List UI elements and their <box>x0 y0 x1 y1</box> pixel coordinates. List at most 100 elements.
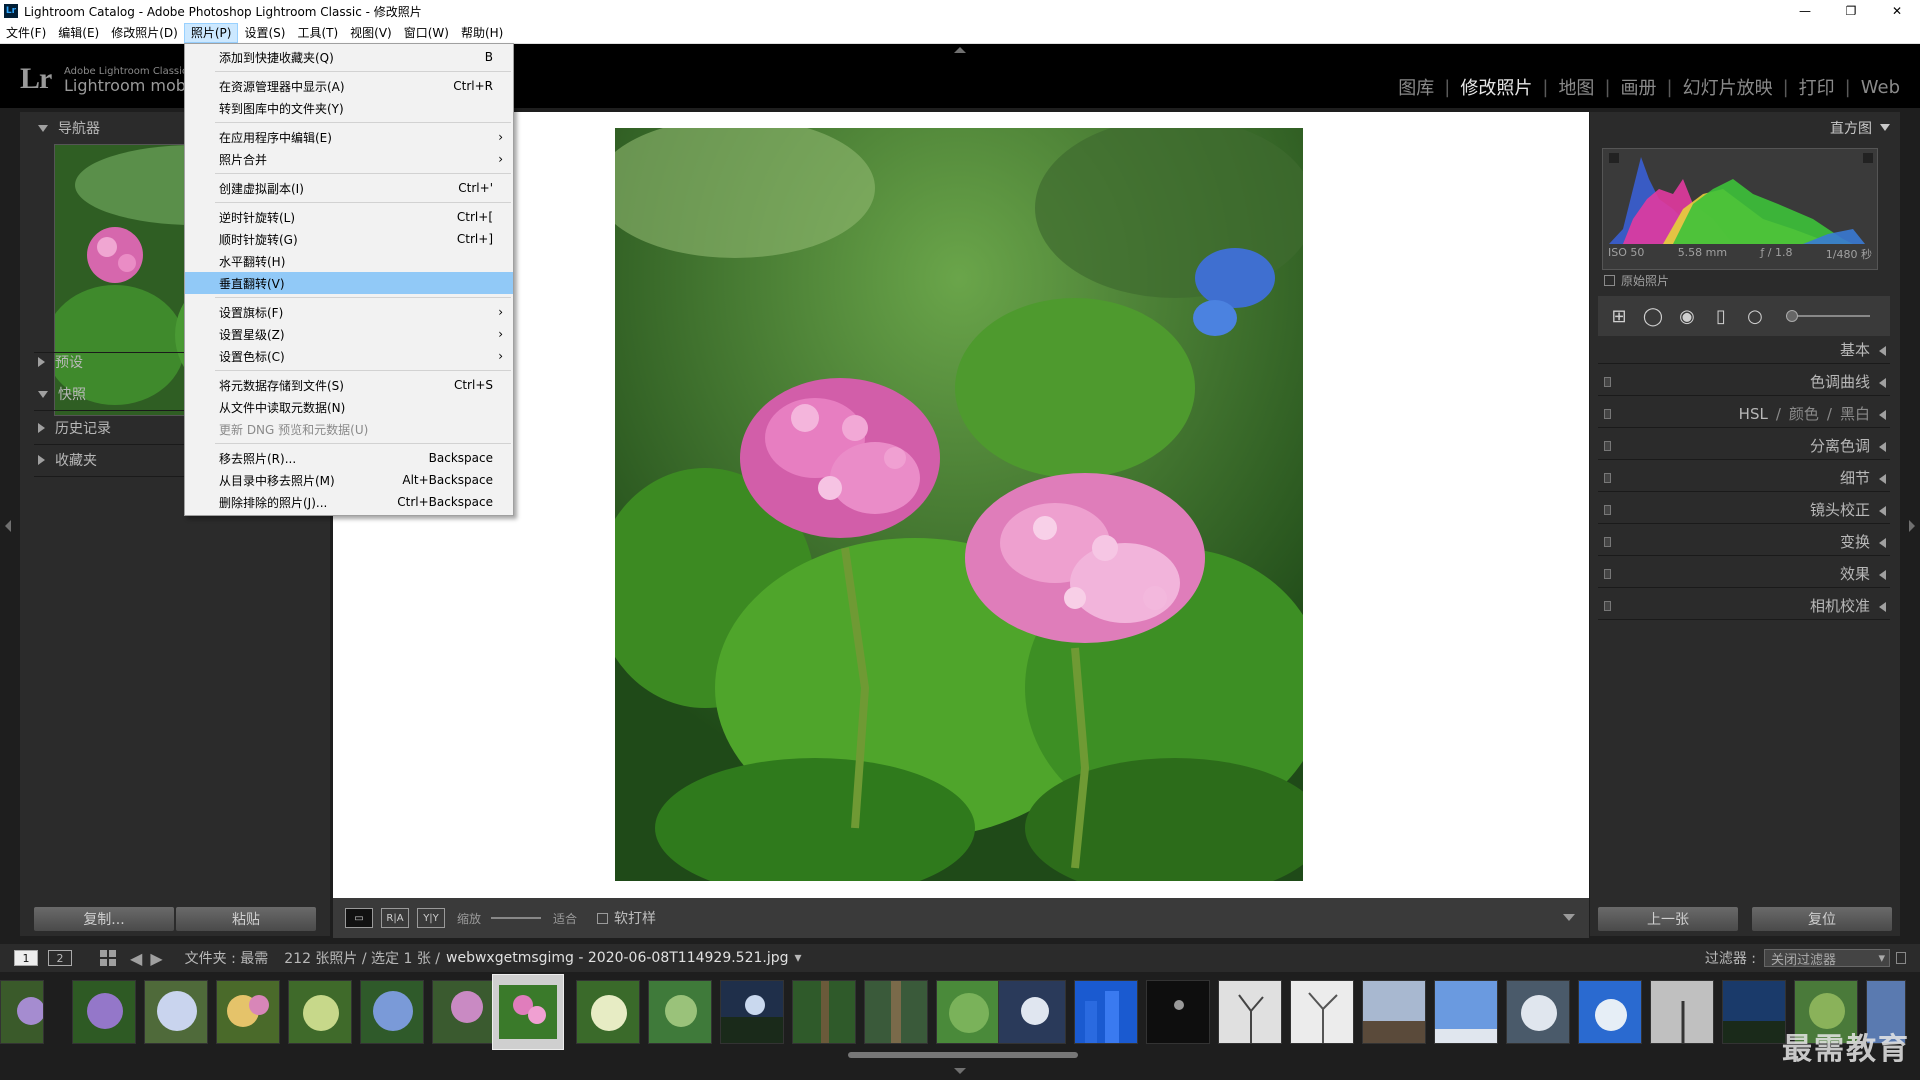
radial-filter-icon[interactable]: ○ <box>1744 305 1766 327</box>
photo-menu-item[interactable]: 垂直翻转(V) <box>185 272 513 294</box>
filmstrip-thumb[interactable] <box>1578 980 1642 1044</box>
section-color-label[interactable]: 颜色 <box>1789 403 1819 424</box>
brush-slider[interactable] <box>1786 310 1870 322</box>
menu-develop[interactable]: 修改照片(D) <box>105 23 184 43</box>
section-split-toning[interactable]: 分离色调 <box>1598 432 1890 460</box>
filmstrip-thumb[interactable] <box>216 980 280 1044</box>
photo-menu-item[interactable]: 顺时针旋转(G) Ctrl+] <box>185 228 513 250</box>
filmstrip-thumb[interactable] <box>792 980 856 1044</box>
filmstrip-thumb[interactable] <box>1722 980 1786 1044</box>
filmstrip-thumb[interactable] <box>1074 980 1138 1044</box>
filename-dropdown-icon[interactable]: ▾ <box>795 950 802 966</box>
section-lens-corrections[interactable]: 镜头校正 <box>1598 496 1890 524</box>
filmstrip-thumb[interactable] <box>1146 980 1210 1044</box>
graduated-filter-icon[interactable]: ▯ <box>1710 305 1732 327</box>
section-toggle-switch[interactable] <box>1604 377 1611 387</box>
filmstrip-scrollbar[interactable] <box>848 1052 1078 1058</box>
module-print[interactable]: 打印 <box>1789 74 1845 100</box>
close-button[interactable]: ✕ <box>1874 0 1920 22</box>
filmstrip-thumb[interactable] <box>936 980 1000 1044</box>
section-detail[interactable]: 细节 <box>1598 464 1890 492</box>
before-after-lr-button[interactable]: R|A <box>381 908 409 928</box>
filmstrip-thumb[interactable] <box>360 980 424 1044</box>
photo-menu-item[interactable]: 逆时针旋转(L) Ctrl+[ <box>185 206 513 228</box>
section-toggle-switch[interactable] <box>1604 409 1611 419</box>
section-transform[interactable]: 变换 <box>1598 528 1890 556</box>
photo-menu-item[interactable]: 从目录中移去照片(M) Alt+Backspace <box>185 469 513 491</box>
zoom-slider[interactable] <box>491 917 542 919</box>
main-photo[interactable] <box>615 128 1303 881</box>
menu-help[interactable]: 帮助(H) <box>455 23 509 43</box>
filmstrip-thumb[interactable] <box>432 980 496 1044</box>
section-toggle-switch[interactable] <box>1604 569 1611 579</box>
loupe-view-button[interactable]: ▭ <box>345 908 373 928</box>
filmstrip-thumb[interactable] <box>1434 980 1498 1044</box>
previous-button[interactable]: 上一张 <box>1598 907 1738 931</box>
photo-menu-item[interactable]: 转到图库中的文件夹(Y) <box>185 97 513 119</box>
filmstrip-thumb[interactable] <box>1218 980 1282 1044</box>
softproof-checkbox[interactable] <box>597 912 609 924</box>
toolbar-menu-icon[interactable] <box>1563 914 1575 921</box>
original-photo-toggle[interactable]: 原始照片 <box>1604 272 1669 289</box>
paste-settings-button[interactable]: 粘贴 <box>176 907 316 931</box>
photo-menu-item[interactable]: 照片合并 › <box>185 148 513 170</box>
photo-menu-item[interactable]: 设置星级(Z) › <box>185 323 513 345</box>
lock-icon[interactable] <box>1896 952 1906 964</box>
photo-menu-item[interactable]: 设置色标(C) › <box>185 345 513 367</box>
section-hsl-label[interactable]: HSL <box>1739 405 1768 423</box>
spot-removal-icon[interactable]: ◯ <box>1642 305 1664 327</box>
filmstrip-thumb[interactable] <box>288 980 352 1044</box>
filename-label[interactable]: webwxgetmsgimg - 2020-06-08T114929.521.j… <box>446 950 789 966</box>
section-effects[interactable]: 效果 <box>1598 560 1890 588</box>
filmstrip-thumb-selected[interactable] <box>492 974 564 1050</box>
menu-tools[interactable]: 工具(T) <box>291 23 344 43</box>
photo-menu-item[interactable]: 删除排除的照片(J)... Ctrl+Backspace <box>185 491 513 513</box>
module-book[interactable]: 画册 <box>1611 74 1667 100</box>
module-library[interactable]: 图库 <box>1388 74 1444 100</box>
filmstrip-thumb[interactable] <box>998 980 1066 1044</box>
section-calibration[interactable]: 相机校准 <box>1598 592 1890 620</box>
filmstrip-thumb[interactable] <box>0 980 44 1044</box>
identity-plate[interactable]: Adobe Lightroom Classic Lightroom mobi <box>64 66 190 95</box>
section-toggle-switch[interactable] <box>1604 601 1611 611</box>
forward-arrow-icon[interactable]: ▶ <box>150 949 162 968</box>
collapse-left-icon[interactable] <box>5 520 11 532</box>
reset-button[interactable]: 复位 <box>1752 907 1892 931</box>
section-bw-label[interactable]: 黑白 <box>1840 403 1870 424</box>
filmstrip-thumb[interactable] <box>144 980 208 1044</box>
loupe-view[interactable] <box>333 112 1589 898</box>
filmstrip-thumb[interactable] <box>648 980 712 1044</box>
module-slideshow[interactable]: 幻灯片放映 <box>1673 74 1783 100</box>
original-photo-checkbox[interactable] <box>1604 275 1615 286</box>
before-after-yy-button[interactable]: Y|Y <box>417 908 445 928</box>
copy-settings-button[interactable]: 复制... <box>34 907 174 931</box>
menu-window[interactable]: 窗口(W) <box>398 23 455 43</box>
section-toggle-switch[interactable] <box>1604 537 1611 547</box>
photo-menu-item[interactable]: 在应用程序中编辑(E) › <box>185 126 513 148</box>
menu-file[interactable]: 文件(F) <box>0 23 52 43</box>
filmstrip-thumb[interactable] <box>1362 980 1426 1044</box>
section-hsl[interactable]: HSL / 颜色 / 黑白 <box>1598 400 1890 428</box>
photo-menu-item[interactable]: 从文件中读取元数据(N) <box>185 396 513 418</box>
section-basic[interactable]: 基本 <box>1598 336 1890 364</box>
main-window-button[interactable]: 1 <box>14 950 38 966</box>
filmstrip-thumb[interactable] <box>576 980 640 1044</box>
histogram-title[interactable]: 直方图 <box>1830 118 1872 138</box>
photo-menu-item[interactable]: 将元数据存储到文件(S) Ctrl+S <box>185 374 513 396</box>
histogram-collapse-icon[interactable] <box>1880 124 1890 131</box>
photo-menu-item[interactable]: 移去照片(R)... Backspace <box>185 447 513 469</box>
filmstrip-thumb[interactable] <box>864 980 928 1044</box>
menu-view[interactable]: 视图(V) <box>344 23 398 43</box>
section-tone-curve[interactable]: 色调曲线 <box>1598 368 1890 396</box>
collapse-top-icon[interactable] <box>954 47 966 53</box>
filmstrip-thumb[interactable] <box>1290 980 1354 1044</box>
back-arrow-icon[interactable]: ◀ <box>130 949 142 968</box>
filmstrip-thumb[interactable] <box>1506 980 1570 1044</box>
photo-menu-item[interactable]: 水平翻转(H) <box>185 250 513 272</box>
collapse-right-icon[interactable] <box>1909 520 1915 532</box>
brush-slider-knob[interactable] <box>1786 310 1798 322</box>
photo-menu-item[interactable]: 在资源管理器中显示(A) Ctrl+R <box>185 75 513 97</box>
filmstrip-thumb[interactable] <box>1650 980 1714 1044</box>
photo-menu-item[interactable]: 创建虚拟副本(I) Ctrl+' <box>185 177 513 199</box>
filter-select[interactable]: 关闭过滤器 ▾ <box>1764 949 1890 968</box>
